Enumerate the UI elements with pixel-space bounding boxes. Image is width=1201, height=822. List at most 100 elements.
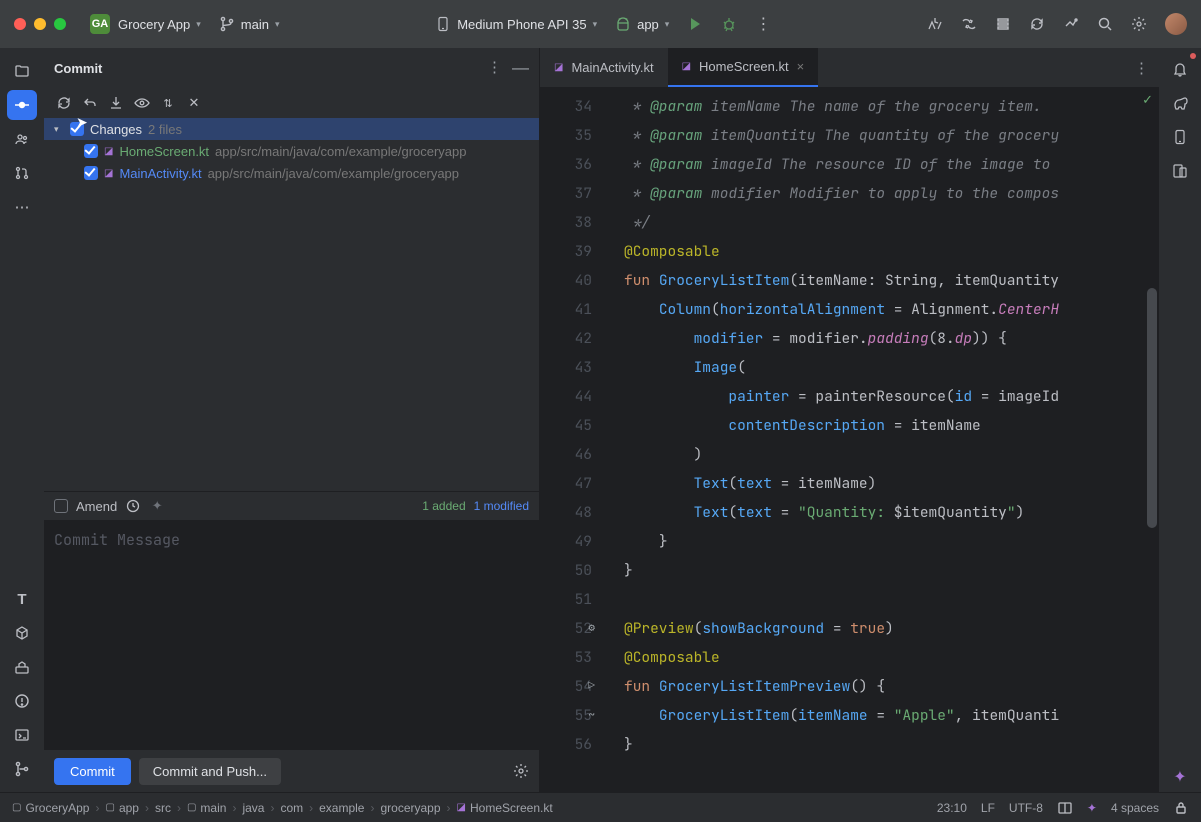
cursor-position[interactable]: 23:10 — [937, 801, 967, 815]
commit-and-push-button[interactable]: Commit and Push... — [139, 758, 281, 785]
ai-status-icon[interactable]: ✦ — [1087, 801, 1097, 815]
commit-button[interactable]: Commit — [54, 758, 131, 785]
code-content[interactable]: * @param itemName The name of the grocer… — [610, 88, 1159, 792]
commit-title: Commit — [54, 61, 102, 76]
problems-tool-button[interactable] — [7, 686, 37, 716]
project-name: Grocery App — [118, 17, 190, 32]
checkbox-checked[interactable] — [84, 166, 98, 180]
code-with-me-icon[interactable] — [927, 16, 943, 32]
search-everywhere-icon[interactable] — [1097, 16, 1113, 32]
more-actions-button[interactable]: ⋮ — [755, 16, 771, 32]
gradle-button[interactable] — [1165, 88, 1195, 118]
rollback-icon[interactable] — [82, 95, 98, 111]
run-config-name: app — [637, 17, 659, 32]
inspection-ok-icon[interactable]: ✓ — [1142, 92, 1153, 108]
commit-message-input[interactable] — [54, 530, 529, 740]
vertical-scrollbar[interactable] — [1147, 288, 1157, 528]
ai-suggest-icon[interactable]: ✦ — [149, 498, 165, 514]
line-separator[interactable]: LF — [981, 801, 995, 815]
kotlin-file-icon: ◪ — [104, 146, 113, 157]
refresh-icon[interactable] — [56, 95, 72, 111]
resources-tool-button[interactable] — [7, 618, 37, 648]
checkbox-checked[interactable] — [84, 144, 98, 158]
kotlin-file-icon: ◪ — [104, 168, 113, 179]
commit-panel-header: Commit ⋮ — — [44, 48, 539, 88]
preview-icon[interactable] — [134, 95, 150, 111]
line-gutter[interactable]: 34353637383940414243444546474849505152⚙5… — [540, 88, 610, 792]
group-by-icon[interactable]: ✕ — [186, 95, 202, 111]
notifications-button[interactable] — [1165, 54, 1195, 84]
people-tool-button[interactable] — [7, 124, 37, 154]
changes-tree: ▾ Changes 2 files ➤ ◪ HomeScreen.kt app/… — [44, 118, 539, 184]
expand-collapse-icon[interactable]: ⇅ — [160, 95, 176, 111]
close-tab-button[interactable]: × — [797, 59, 805, 74]
breadcrumbs[interactable]: ▢GroceryApp›▢app›src›▢main›java›com›exam… — [12, 801, 553, 815]
chevron-down-icon: ▾ — [196, 19, 201, 30]
maximize-window-button[interactable] — [54, 18, 66, 30]
tab-options-button[interactable]: ⋮ — [1134, 59, 1149, 77]
settings-icon[interactable] — [1131, 16, 1147, 32]
ai-assistant-button[interactable]: ✦ — [1165, 762, 1195, 792]
tab-mainactivity[interactable]: ◪ MainActivity.kt — [540, 48, 668, 87]
project-badge: GA — [90, 14, 110, 34]
minimize-window-button[interactable] — [34, 18, 46, 30]
file-path: app/src/main/java/com/example/groceryapp — [208, 166, 459, 181]
editor-body[interactable]: ✓ 34353637383940414243444546474849505152… — [540, 88, 1159, 792]
tab-homescreen[interactable]: ◪ HomeScreen.kt × — [668, 48, 819, 87]
modified-count: 1 modified — [474, 499, 529, 513]
search-replace-icon[interactable] — [961, 16, 977, 32]
phone-icon — [435, 16, 451, 32]
changed-file-row[interactable]: ◪ HomeScreen.kt app/src/main/java/com/ex… — [44, 140, 539, 162]
sync-icon[interactable] — [1029, 16, 1045, 32]
editor-tabs: ◪ MainActivity.kt ◪ HomeScreen.kt × ⋮ — [540, 48, 1159, 88]
window-controls — [14, 18, 66, 30]
terminal-tool-button[interactable] — [7, 720, 37, 750]
kotlin-file-icon: ◪ — [682, 61, 691, 72]
panel-options-button[interactable]: ⋮ — [487, 58, 502, 78]
commit-footer: Commit Commit and Push... — [44, 750, 539, 792]
panel-minimize-button[interactable]: — — [512, 58, 529, 78]
device-manager-button[interactable] — [1165, 122, 1195, 152]
structure-tool-button[interactable]: T — [7, 584, 37, 614]
checkbox-checked[interactable] — [70, 122, 84, 136]
indent-setting[interactable]: 4 spaces — [1111, 801, 1159, 815]
project-tool-button[interactable] — [7, 56, 37, 86]
changed-file-row[interactable]: ◪ MainActivity.kt app/src/main/java/com/… — [44, 162, 539, 184]
file-path: app/src/main/java/com/example/groceryapp — [215, 144, 466, 159]
file-encoding[interactable]: UTF-8 — [1009, 801, 1043, 815]
amend-checkbox[interactable] — [54, 499, 68, 513]
running-devices-button[interactable] — [1165, 156, 1195, 186]
vcs-tool-button[interactable] — [7, 754, 37, 784]
chevron-down-icon: ▾ — [593, 19, 598, 30]
chevron-down-icon: ▾ — [665, 19, 670, 30]
branch-dropdown[interactable]: main ▾ — [219, 16, 280, 32]
commit-tool-button[interactable] — [7, 90, 37, 120]
device-selector[interactable]: Medium Phone API 35 ▾ — [435, 16, 597, 32]
changes-root-row[interactable]: ▾ Changes 2 files ➤ — [44, 118, 539, 140]
readonly-toggle-icon[interactable] — [1057, 800, 1073, 816]
commit-settings-icon[interactable] — [513, 763, 529, 779]
chevron-down-icon: ▾ — [275, 19, 280, 30]
project-dropdown[interactable]: Grocery App ▾ — [118, 17, 201, 32]
branch-name: main — [241, 17, 269, 32]
history-icon[interactable] — [125, 498, 141, 514]
stack-icon[interactable] — [995, 16, 1011, 32]
debug-button[interactable] — [721, 16, 737, 32]
commit-panel: Commit ⋮ — ⇅ ✕ ▾ Changes 2 files ➤ — [44, 48, 540, 792]
changes-count: 2 files — [148, 122, 182, 137]
build-tool-button[interactable] — [7, 652, 37, 682]
show-diff-icon[interactable] — [108, 95, 124, 111]
lock-icon[interactable] — [1173, 800, 1189, 816]
pull-request-tool-button[interactable] — [7, 158, 37, 188]
file-name: HomeScreen.kt — [119, 144, 209, 159]
amend-label: Amend — [76, 499, 117, 514]
bottom-breadcrumb-bar: ▢GroceryApp›▢app›src›▢main›java›com›exam… — [0, 792, 1201, 822]
more-tools-button[interactable]: ⋯ — [7, 192, 37, 222]
tab-label: HomeScreen.kt — [699, 59, 789, 74]
run-button[interactable] — [687, 16, 703, 32]
close-window-button[interactable] — [14, 18, 26, 30]
inspect-icon[interactable] — [1063, 16, 1079, 32]
left-tool-rail: ⋯ T — [0, 48, 44, 792]
run-config-selector[interactable]: app ▾ — [615, 16, 669, 32]
user-avatar[interactable] — [1165, 13, 1187, 35]
